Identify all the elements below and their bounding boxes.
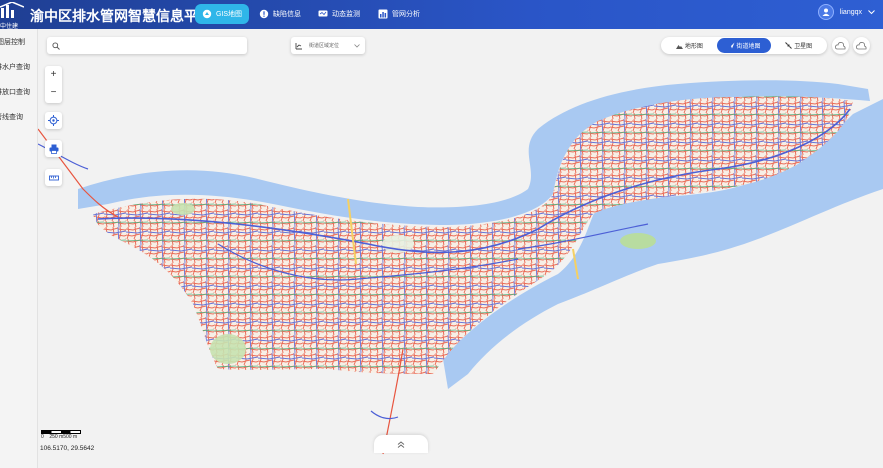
zoom-in-button[interactable]: + [45,66,62,84]
printer-icon [49,144,58,154]
locate-button[interactable] [45,112,62,129]
nav-label: 管网分析 [392,11,420,18]
nav-network-analysis[interactable]: 管网分析 [371,4,427,24]
bar-chart-icon [378,9,388,19]
company-logo: 中住建 [0,1,25,30]
crosshair-icon [48,115,59,126]
park [210,334,246,364]
map-canvas[interactable] [38,29,883,468]
region-label: 街道区域定位 [309,43,340,49]
top-bar: 中住建 渝中区排水管网智慧信息平台 GIS地图 缺陷信息 动态监测 管网分析 l… [0,0,883,30]
map-view[interactable]: 街道区域定位 + − 地形图 街道地图 卫星图 0 250 m500 m 106… [38,29,883,468]
nav-label: 动态监测 [332,11,360,18]
park [620,233,656,249]
coordinate-readout: 106.5170, 29.5642 [40,445,95,452]
avatar [817,4,834,20]
measure-button[interactable] [45,169,62,186]
layer-toggle-button[interactable] [832,37,849,54]
search-input[interactable] [63,39,241,52]
app-title: 渝中区排水管网智慧信息平台 [30,8,212,24]
search-box[interactable] [47,37,247,54]
basemap-label: 卫星图 [794,44,813,50]
region-locator-dropdown[interactable]: 街道区域定位 [291,37,365,54]
print-button[interactable] [45,140,62,157]
logo-icon [0,1,25,18]
chevron-down-icon [354,43,360,48]
scale-label: 0 250 m500 m [41,434,78,440]
zoom-out-button[interactable]: − [45,84,62,102]
nav-dynamic-monitor[interactable]: 动态监测 [311,4,367,24]
terrain-icon [675,44,683,49]
user-menu[interactable]: liangqx [817,4,875,20]
username: liangqx [839,8,862,16]
cloud-icon [856,42,867,50]
street-map-icon [728,42,734,49]
pipe-outlier [370,410,399,420]
weather-button[interactable] [853,37,870,54]
sidebar-item-drainage-household[interactable]: 排水户查询 [0,62,30,72]
basemap-terrain[interactable]: 地形图 [662,38,717,53]
zoom-control: + − [45,66,62,103]
satellite-icon [785,42,793,49]
ruler-icon [48,175,59,180]
park [171,203,195,215]
gis-map-icon [202,9,212,19]
user-icon [822,8,830,16]
nav-label: GIS地图 [216,11,243,18]
sidebar-item-pipeline[interactable]: 管线查询 [0,112,23,122]
basemap-label: 地形图 [684,44,703,50]
sidebar: 图层控制 排水户查询 排放口查询 管线查询 [0,29,38,468]
double-chevron-up-icon [397,440,405,448]
chevron-down-icon [868,9,875,14]
basemap-label: 街道地图 [736,44,761,50]
alert-icon [259,9,269,19]
locate-region-icon [295,42,302,49]
monitor-icon [318,10,328,17]
basemap-switcher: 地形图 街道地图 卫星图 [661,37,827,54]
search-icon [52,42,60,50]
basemap-satellite[interactable]: 卫星图 [771,38,826,53]
sidebar-item-outfall[interactable]: 排放口查询 [0,87,30,97]
nav-gis-map[interactable]: GIS地图 [195,4,250,24]
panel-expand-button[interactable] [374,435,428,453]
nav-defect-info[interactable]: 缺陷信息 [252,4,308,24]
sidebar-item-layer-control[interactable]: 图层控制 [0,37,25,47]
cloud-upload-icon [835,42,846,50]
scale-bar: 0 250 m500 m [41,430,81,440]
basemap-street[interactable]: 街道地图 [716,38,772,53]
nav-label: 缺陷信息 [273,11,301,18]
